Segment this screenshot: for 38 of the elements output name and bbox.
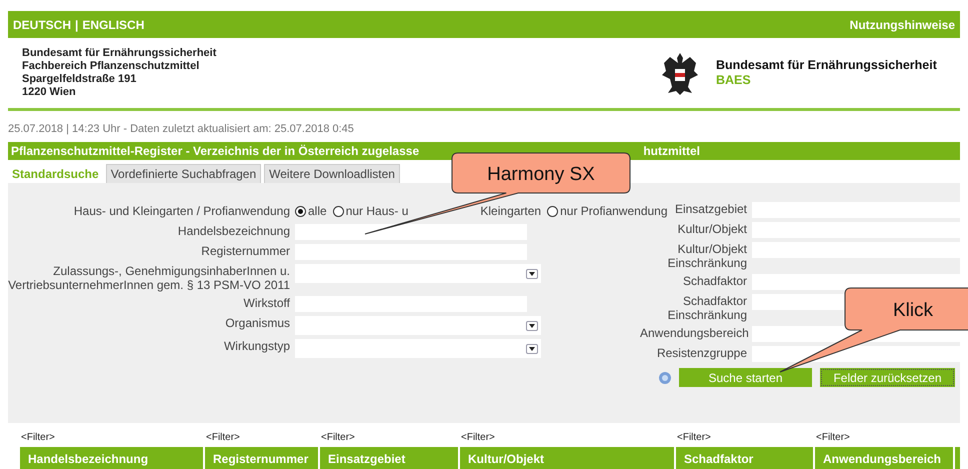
field-label: Registernummer [200,244,290,258]
dropdown-icon[interactable] [526,268,538,278]
tab[interactable]: Weitere Downloadlisten [264,164,400,183]
field-label: Haus- und Kleingarten / Profianwendung [72,203,290,220]
agency-abbreviation: BAES [716,73,752,88]
radio-option[interactable]: nur Profianwendung [547,202,668,220]
select-field[interactable] [295,316,541,335]
field-label: Organismus [224,316,290,330]
help-icon[interactable] [659,372,671,384]
input-field[interactable] [295,224,527,240]
tab[interactable]: Vordefinierte Suchabfragen [106,164,262,183]
agency-name: Bundesamt für Ernährungssicherheit [716,58,937,73]
field-label: Zulassungs-, GenehmigungsinhaberInnen u. VertriebsunternehmerInnen gem. § 13 PSM-VO 2011 [8,264,290,292]
input-field[interactable] [752,274,960,290]
select-field[interactable] [295,264,541,283]
field-label: Resistenzgruppe [656,346,747,360]
radio-option[interactable]: nur Haus- u [332,202,408,220]
register-title: Pflanzenschutzmittel-Register - Verzeichnis der in Österreich zugelasse [11,143,420,160]
address-text: Bundesamt für Ernährungssicherheit Fachbereich Pflanzenschutzmittel Spargelfeldstraße 191 1220 Wien [21,47,218,99]
register-title-end: hutzmittel [643,143,700,160]
input-field[interactable] [752,346,960,362]
callout-label: Harmony SX [487,164,595,185]
dropdown-icon[interactable] [526,320,538,330]
field-label: Handelsbezeichnung [176,224,290,238]
field-label: Schadfaktor Einschränkung [666,294,747,322]
radio-option-label[interactable]: Kleingarten [480,202,542,220]
separator-text: | [75,16,78,34]
radio-option[interactable]: alle [295,202,327,220]
field-label: Anwendungsbereich [640,326,747,340]
field-label: Schadfaktor [682,274,747,288]
timestamp-text: 25.07.2018 | 14:23 Uhr - Daten zuletzt aktualisiert am: 25.07.2018 0:45 [8,122,355,135]
field-label: Kultur/Objekt [676,222,747,236]
field-label: Wirkungstyp [222,339,290,353]
dropdown-icon[interactable] [526,344,538,354]
field-label: Wirkstoff [242,296,290,310]
select-field[interactable] [295,339,541,358]
callout-label: Klick [892,300,934,321]
field-label: Kultur/Objekt Einschränkung [666,242,747,270]
